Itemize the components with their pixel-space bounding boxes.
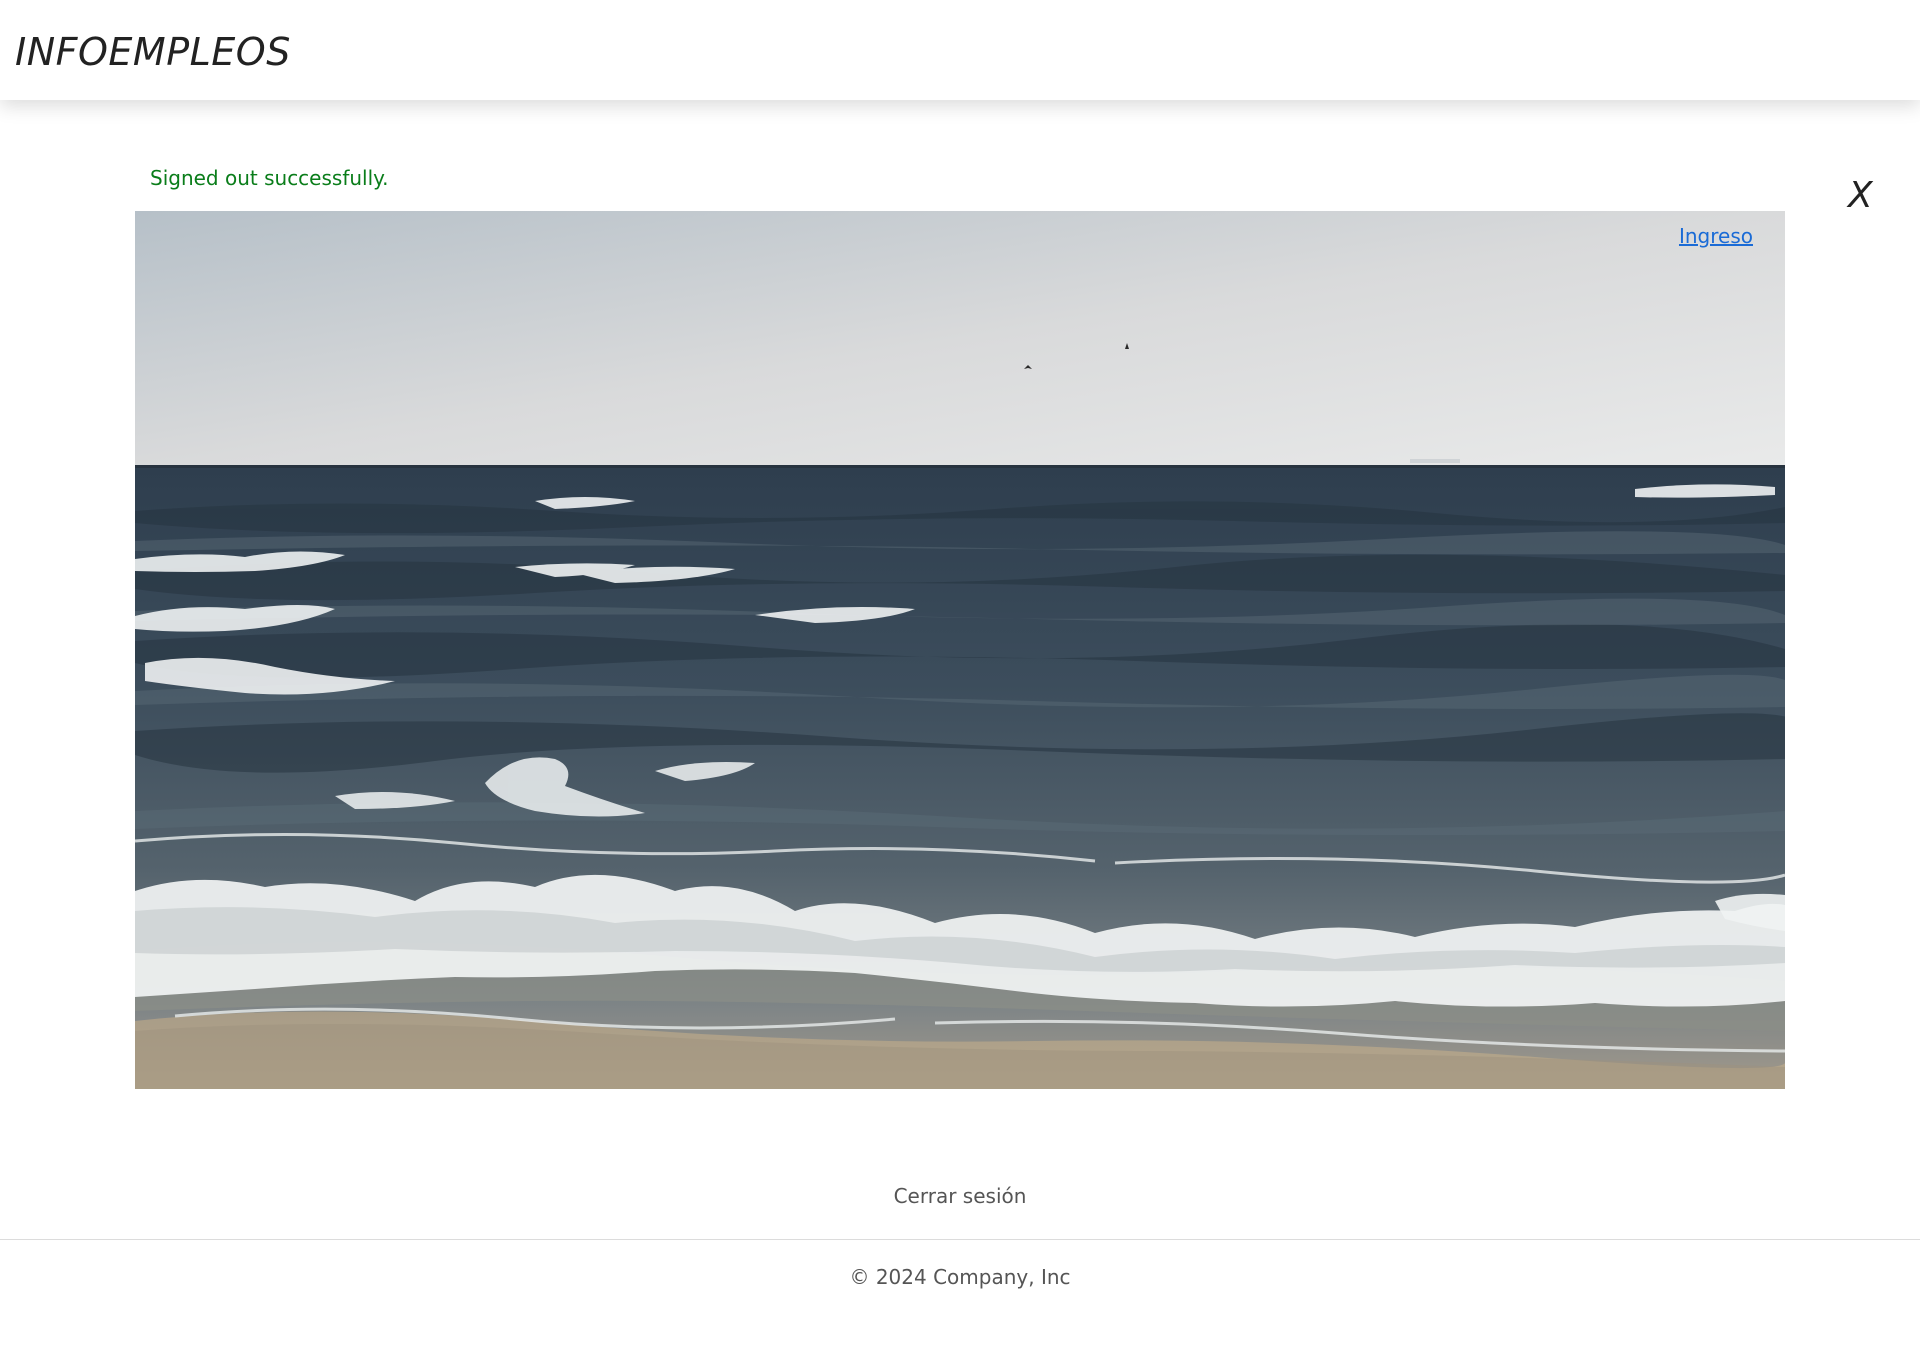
flash-notice: Signed out successfully. [150,166,389,190]
hero-ocean-image: Ingreso [135,211,1785,1089]
login-link[interactable]: Ingreso [1679,223,1753,249]
close-notice-button[interactable]: X [1848,174,1873,218]
footer-copyright: © 2024 Company, Inc [849,1265,1071,1289]
logout-link[interactable]: Cerrar sesión [0,1182,1920,1210]
ocean-photo [135,211,1785,1089]
distant-ship [1410,459,1460,463]
footer-divider [0,1239,1920,1240]
brand-logo-link[interactable]: INFOEMPLEOS [15,28,291,76]
top-navbar: INFOEMPLEOS [0,0,1920,100]
